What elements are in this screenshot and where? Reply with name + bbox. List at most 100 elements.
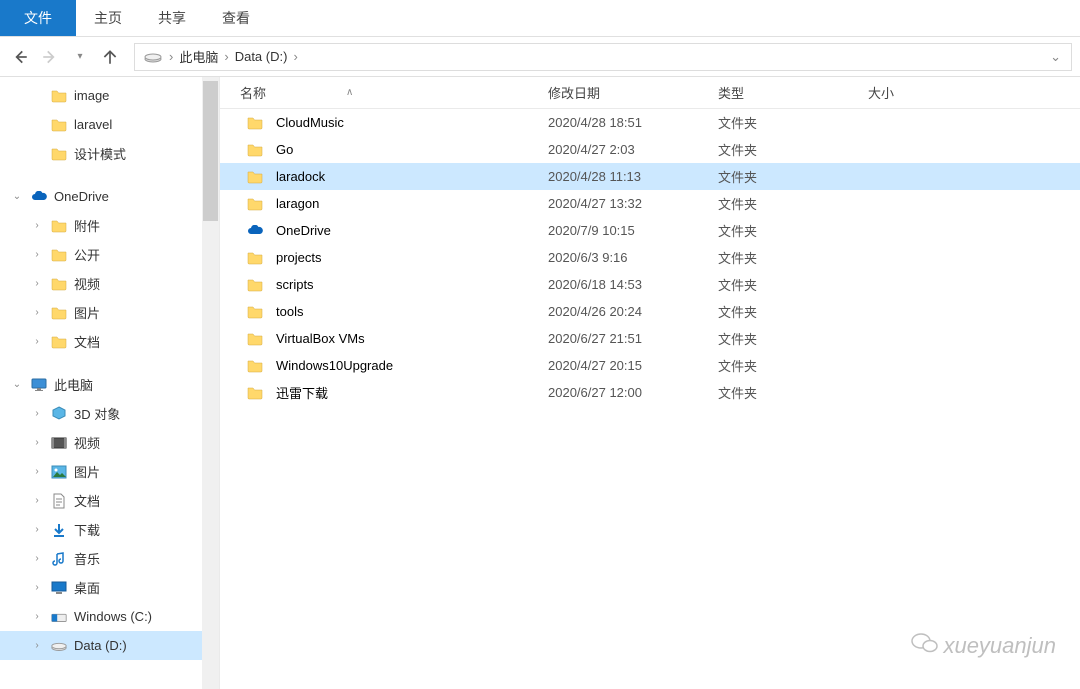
file-row-5[interactable]: projects2020/6/3 9:16文件夹 xyxy=(220,244,1080,271)
chevron-right-icon[interactable]: › xyxy=(30,640,44,651)
chevron-right-icon[interactable]: › xyxy=(30,437,44,448)
tree-item-pc-1[interactable]: ›视频 xyxy=(0,428,202,457)
tree-item-pc-6[interactable]: ›桌面 xyxy=(0,573,202,602)
tree-item-pc-7[interactable]: › Windows (C:) xyxy=(0,602,202,631)
file-row-9[interactable]: Windows10Upgrade2020/4/27 20:15文件夹 xyxy=(220,352,1080,379)
onedrive-icon xyxy=(30,188,48,206)
tree-item-pc-5[interactable]: ›音乐 xyxy=(0,544,202,573)
tree-label: 图片 xyxy=(74,303,100,322)
tree-label: Windows (C:) xyxy=(74,609,152,624)
folder-icon xyxy=(246,168,264,186)
tree-item-onedrive-3[interactable]: › 图片 xyxy=(0,298,202,327)
chevron-right-icon[interactable]: › xyxy=(30,408,44,419)
docs-icon xyxy=(50,492,68,510)
column-name-header[interactable]: 名称 ∧ xyxy=(220,83,548,102)
tree-item-onedrive-0[interactable]: ›附件 xyxy=(0,211,202,240)
sidebar-scrollbar[interactable] xyxy=(202,77,219,689)
navigation-bar: ▾ › 此电脑 › Data (D:) › ⌄ xyxy=(0,37,1080,77)
breadcrumb-root[interactable]: 此电脑 xyxy=(175,47,222,66)
tree-item-this-pc[interactable]: ⌄ 此电脑 xyxy=(0,370,202,399)
file-type: 文件夹 xyxy=(718,356,868,375)
tree-item-pc-8[interactable]: ›Data (D:) xyxy=(0,631,202,660)
chevron-down-icon[interactable]: ⌄ xyxy=(10,379,24,390)
chevron-right-icon[interactable]: › xyxy=(30,524,44,535)
disk-c-icon xyxy=(50,608,68,626)
chevron-right-icon[interactable]: › xyxy=(291,49,299,64)
file-row-10[interactable]: 迅雷下载2020/6/27 12:00文件夹 xyxy=(220,379,1080,406)
chevron-right-icon[interactable]: › xyxy=(222,49,230,64)
tree-item-onedrive-1[interactable]: › 公开 xyxy=(0,240,202,269)
file-type: 文件夹 xyxy=(718,221,868,240)
file-name: tools xyxy=(276,304,303,319)
file-row-4[interactable]: OneDrive 2020/7/9 10:15文件夹 xyxy=(220,217,1080,244)
chevron-right-icon[interactable]: › xyxy=(30,336,44,347)
tree-item-quick-0[interactable]: image xyxy=(0,81,202,110)
up-button[interactable] xyxy=(98,45,122,69)
back-button[interactable] xyxy=(8,45,32,69)
file-date: 2020/7/9 10:15 xyxy=(548,223,718,238)
column-size-header[interactable]: 大小 xyxy=(868,83,968,102)
chevron-right-icon[interactable]: › xyxy=(30,582,44,593)
file-row-8[interactable]: VirtualBox VMs2020/6/27 21:51文件夹 xyxy=(220,325,1080,352)
tree-label: 3D 对象 xyxy=(74,404,120,423)
file-list-pane: 名称 ∧ 修改日期 类型 大小 CloudMusic2020/4/28 18:5… xyxy=(220,77,1080,689)
folder-icon xyxy=(50,116,68,134)
file-name: laradock xyxy=(276,169,325,184)
tree-label: 公开 xyxy=(74,245,100,264)
tree-item-quick-1[interactable]: laravel xyxy=(0,110,202,139)
tab-file[interactable]: 文件 xyxy=(0,0,76,36)
file-row-1[interactable]: Go2020/4/27 2:03文件夹 xyxy=(220,136,1080,163)
folder-icon xyxy=(246,195,264,213)
chevron-right-icon[interactable]: › xyxy=(30,495,44,506)
file-name: OneDrive xyxy=(276,223,331,238)
tree-label: OneDrive xyxy=(54,189,109,204)
navigation-tree: imagelaravel设计模式⌄OneDrive›附件›公开›视频›图片›文档… xyxy=(0,77,220,689)
scrollbar-thumb[interactable] xyxy=(203,81,218,221)
address-bar[interactable]: › 此电脑 › Data (D:) › ⌄ xyxy=(134,43,1072,71)
folder-icon xyxy=(50,304,68,322)
file-date: 2020/6/3 9:16 xyxy=(548,250,718,265)
tree-item-pc-3[interactable]: ›文档 xyxy=(0,486,202,515)
recent-dropdown-icon[interactable]: ▾ xyxy=(68,45,92,69)
folder-icon xyxy=(246,384,264,402)
chevron-right-icon[interactable]: › xyxy=(30,278,44,289)
file-date: 2020/4/27 2:03 xyxy=(548,142,718,157)
address-dropdown-icon[interactable]: ⌄ xyxy=(1050,49,1061,65)
tree-item-onedrive-4[interactable]: ›文档 xyxy=(0,327,202,356)
column-type-header[interactable]: 类型 xyxy=(718,83,868,102)
chevron-right-icon[interactable]: › xyxy=(167,49,175,64)
file-row-0[interactable]: CloudMusic2020/4/28 18:51文件夹 xyxy=(220,109,1080,136)
tab-home[interactable]: 主页 xyxy=(76,0,140,36)
file-row-6[interactable]: scripts2020/6/18 14:53文件夹 xyxy=(220,271,1080,298)
file-date: 2020/4/27 20:15 xyxy=(548,358,718,373)
tree-label: 此电脑 xyxy=(54,375,93,394)
tree-item-pc-4[interactable]: ›下载 xyxy=(0,515,202,544)
column-date-header[interactable]: 修改日期 xyxy=(548,83,718,102)
file-row-2[interactable]: laradock2020/4/28 11:13文件夹 xyxy=(220,163,1080,190)
folder-icon xyxy=(50,87,68,105)
file-row-7[interactable]: tools2020/4/26 20:24文件夹 xyxy=(220,298,1080,325)
file-date: 2020/6/27 12:00 xyxy=(548,385,718,400)
chevron-right-icon[interactable]: › xyxy=(30,553,44,564)
chevron-right-icon[interactable]: › xyxy=(30,220,44,231)
tree-item-onedrive-2[interactable]: ›视频 xyxy=(0,269,202,298)
chevron-right-icon[interactable]: › xyxy=(30,466,44,477)
chevron-right-icon[interactable]: › xyxy=(30,307,44,318)
tree-item-pc-0[interactable]: › 3D 对象 xyxy=(0,399,202,428)
forward-button[interactable] xyxy=(38,45,62,69)
wechat-icon xyxy=(911,631,939,661)
tree-item-pc-2[interactable]: ›图片 xyxy=(0,457,202,486)
breadcrumb-drive[interactable]: Data (D:) xyxy=(231,49,292,64)
video-icon xyxy=(50,434,68,452)
chevron-right-icon[interactable]: › xyxy=(30,249,44,260)
tab-view[interactable]: 查看 xyxy=(204,0,268,36)
tab-share[interactable]: 共享 xyxy=(140,0,204,36)
chevron-down-icon[interactable]: ⌄ xyxy=(10,191,24,202)
file-row-3[interactable]: laragon2020/4/27 13:32文件夹 xyxy=(220,190,1080,217)
chevron-right-icon[interactable]: › xyxy=(30,611,44,622)
tree-item-quick-2[interactable]: 设计模式 xyxy=(0,139,202,168)
tree-item-onedrive[interactable]: ⌄ OneDrive xyxy=(0,182,202,211)
file-date: 2020/6/27 21:51 xyxy=(548,331,718,346)
address-drive-icon xyxy=(139,50,167,64)
desktop-icon xyxy=(50,579,68,597)
